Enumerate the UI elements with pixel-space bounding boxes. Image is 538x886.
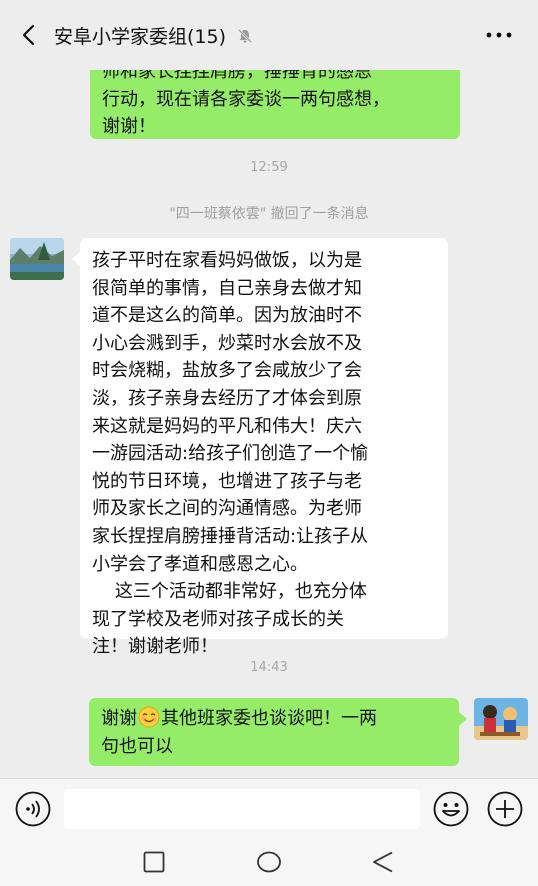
bell-muted-icon [236, 27, 254, 45]
self-avatar[interactable] [474, 698, 528, 740]
message-text: 谢谢 [101, 708, 137, 729]
chat-title: 安阜小学家委组(15) [54, 26, 227, 48]
smile-emoji-icon [138, 706, 160, 728]
timestamp: 12:59 [250, 160, 288, 175]
more-dots-icon[interactable] [482, 22, 516, 48]
message-bubble-received[interactable]: 孩子平时在家看妈妈做饭，以为是 很简单的事情，自己亲身去做才知 道不是这么的简单… [80, 238, 448, 657]
chat-header: 安阜小学家委组(15) [0, 0, 538, 70]
sender-avatar[interactable] [10, 238, 64, 280]
bubble-tail [459, 712, 467, 726]
bubble-tail [72, 252, 80, 266]
recent-apps-icon[interactable] [142, 850, 166, 874]
recall-notice: "四一班蔡依雲" 撤回了一条消息 [169, 206, 369, 222]
plus-icon[interactable] [486, 790, 524, 828]
input-bar [0, 778, 538, 838]
nav-back-icon[interactable] [370, 850, 396, 874]
chevron-left-icon[interactable] [14, 20, 44, 50]
system-nav-bar [0, 838, 538, 886]
home-icon[interactable] [256, 850, 282, 874]
timestamp: 14:43 [250, 660, 288, 675]
message-input[interactable] [64, 789, 420, 829]
message-bubble-sent[interactable]: 谢谢 其他班家委也谈谈吧！一两 句也可以 [89, 698, 459, 766]
emoji-icon[interactable] [432, 790, 470, 828]
chat-area[interactable]: 师和家长捏捏肩膀，捶捶背的感恩 行动，现在请各家委谈一两句感想， 谢谢！ 12:… [0, 0, 538, 778]
voice-icon[interactable] [14, 790, 52, 828]
